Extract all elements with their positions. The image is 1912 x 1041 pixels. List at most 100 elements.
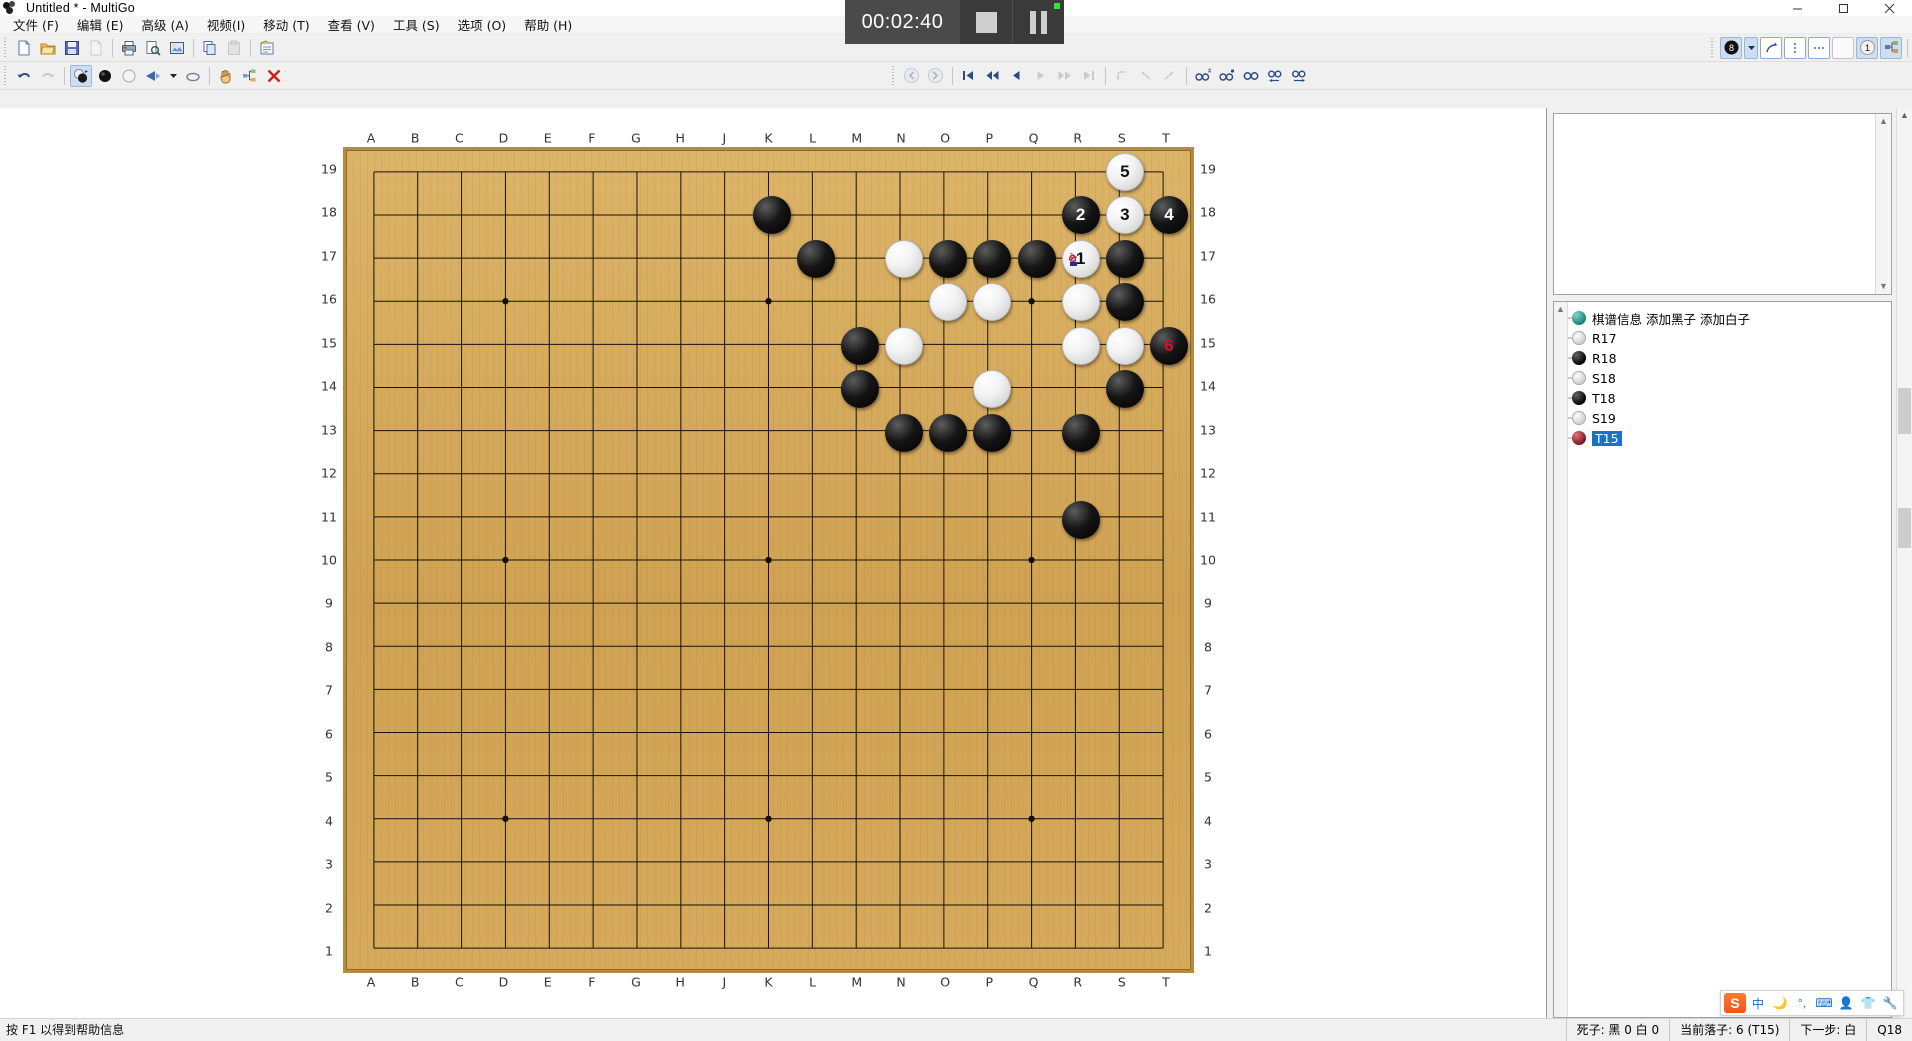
ime-toolbar[interactable]: S 中 🌙 °, ⌨ 👤 👕 🔧 [1720, 990, 1904, 1016]
stone-white-P14[interactable] [973, 370, 1012, 409]
game-tree-node-R18[interactable]: R18 [1572, 348, 1617, 368]
black-stone-number-icon[interactable]: 8 [1720, 36, 1742, 59]
copy-icon[interactable] [199, 37, 221, 59]
scrollbar-thumb[interactable] [1898, 388, 1911, 434]
menu-item-help[interactable]: 帮助 (H) [515, 17, 581, 34]
move-arrow-icon[interactable] [1760, 36, 1782, 59]
rewind-icon[interactable] [982, 65, 1004, 87]
export-image-icon[interactable] [166, 37, 188, 59]
toolbar-grip-right[interactable] [1709, 37, 1716, 58]
degree-comma-icon[interactable]: °, [1792, 993, 1812, 1013]
stone-white-S18[interactable]: 3 [1105, 196, 1144, 235]
menu-item-file[interactable]: 文件 (F) [4, 17, 68, 34]
white-stone-icon[interactable] [118, 65, 140, 87]
number-one-icon[interactable]: 1 [1856, 36, 1878, 59]
marker-icon[interactable] [142, 65, 164, 87]
menu-item-edit[interactable]: 编辑 (E) [68, 17, 133, 34]
scroll-down-icon[interactable]: ▼ [1879, 279, 1888, 294]
stone-black-S17[interactable] [1105, 239, 1144, 278]
board-pane[interactable]: ABCDEFGHJKLMNOPQRST ABCDEFGHJKLMNOPQRST … [0, 108, 1547, 1018]
stone-black-S14[interactable] [1105, 370, 1144, 409]
stone-black-O17[interactable] [929, 239, 968, 278]
print-preview-icon[interactable] [142, 37, 164, 59]
toolbar-grip[interactable] [2, 65, 9, 86]
close-button[interactable] [1866, 0, 1912, 17]
delete-icon[interactable] [263, 65, 285, 87]
wrench-icon[interactable]: 🔧 [1880, 993, 1900, 1013]
tree-icon[interactable] [239, 65, 261, 87]
minimize-button[interactable] [1774, 0, 1820, 17]
stone-black-T15[interactable]: 6 [1150, 326, 1188, 365]
keyboard-icon[interactable]: ⌨ [1814, 993, 1834, 1013]
stone-black-R13[interactable] [1061, 413, 1100, 452]
stone-white-P16[interactable] [973, 283, 1012, 322]
prev-move-icon[interactable] [1006, 65, 1028, 87]
stone-white-N15[interactable] [885, 326, 923, 365]
branch-icon[interactable] [1880, 36, 1902, 59]
moon-icon[interactable]: 🌙 [1770, 993, 1790, 1013]
maximize-button[interactable] [1820, 0, 1866, 17]
scroll-up-icon[interactable]: ▲ [1879, 114, 1888, 129]
pause-recording-button[interactable] [1012, 0, 1064, 44]
find-next-icon[interactable] [1288, 65, 1310, 87]
comment-scrollbar[interactable]: ▲ ▼ [1875, 114, 1891, 294]
shirt-icon[interactable]: 👕 [1858, 993, 1878, 1013]
stone-black-P13[interactable] [973, 413, 1012, 452]
find-hash-icon[interactable]: # [1192, 65, 1214, 87]
menu-item-options[interactable]: 选项 (O) [449, 17, 516, 34]
stone-white-R15[interactable] [1061, 326, 1100, 365]
stone-white-N17[interactable] [885, 239, 923, 278]
open-folder-icon[interactable] [37, 37, 59, 59]
new-file-icon[interactable] [13, 37, 35, 59]
stone-black-S16[interactable] [1105, 283, 1144, 322]
scrollbar-thumb-2[interactable] [1898, 508, 1911, 548]
chevron-down-icon[interactable] [1744, 36, 1758, 59]
game-tree-node-S19[interactable]: S19 [1572, 408, 1616, 428]
stone-black-Q17[interactable] [1017, 239, 1056, 278]
game-tree-node-T18[interactable]: T18 [1572, 388, 1616, 408]
menu-item-view[interactable]: 查看 (V) [319, 17, 384, 34]
ime-mode-chinese[interactable]: 中 [1748, 993, 1768, 1013]
stone-black-R18[interactable]: 2 [1061, 196, 1100, 235]
black-stone-icon[interactable] [94, 65, 116, 87]
blank-mark-icon[interactable] [1832, 36, 1854, 59]
game-tree-scrollbar-left[interactable]: ▲ [1554, 302, 1568, 1017]
scroll-up-icon[interactable]: ▲ [1554, 302, 1567, 316]
game-tree-node-S18[interactable]: S18 [1572, 368, 1616, 388]
go-board[interactable]: 165234 [343, 147, 1194, 973]
stone-black-L17[interactable] [796, 239, 835, 278]
stone-black-M15[interactable] [840, 326, 879, 365]
stone-black-T18[interactable]: 4 [1150, 196, 1188, 235]
stone-white-R16[interactable] [1061, 283, 1100, 322]
nav-toolbar-grip[interactable] [889, 65, 897, 86]
stone-white-O16[interactable] [929, 283, 968, 322]
game-tree-root[interactable]: 棋谱信息 添加黑子 添加白子 [1572, 308, 1750, 328]
stone-white-S15[interactable] [1105, 326, 1144, 365]
first-move-icon[interactable] [958, 65, 980, 87]
menu-item-tools[interactable]: 工具 (S) [384, 17, 449, 34]
game-tree-panel[interactable]: ▲ 棋谱信息 添加黑子 添加白子 R17 R18 S18 T18 S19 T15 [1553, 301, 1892, 1018]
comment-panel[interactable]: ▲ ▼ [1553, 113, 1892, 295]
dotted-marks-icon[interactable] [1808, 36, 1830, 59]
undo-icon[interactable] [13, 65, 35, 87]
find-dot-icon[interactable] [1216, 65, 1238, 87]
stop-recording-button[interactable] [960, 0, 1012, 44]
stone-black-O13[interactable] [929, 413, 968, 452]
game-tree-node-R17[interactable]: R17 [1572, 328, 1617, 348]
eraser-icon[interactable] [182, 65, 204, 87]
game-tree-node-T15[interactable]: T15 [1572, 428, 1622, 448]
user-box-icon[interactable]: 👤 [1836, 993, 1856, 1013]
chevron-down-icon[interactable] [166, 65, 180, 87]
stone-black-R11[interactable] [1061, 500, 1100, 539]
scroll-up-icon[interactable]: ▲ [1897, 108, 1912, 123]
column-marks-icon[interactable] [1784, 36, 1806, 59]
alternate-stone-icon[interactable] [70, 64, 92, 87]
stone-white-S19[interactable]: 5 [1105, 153, 1144, 191]
save-icon[interactable] [61, 37, 83, 59]
menu-item-advanced[interactable]: 高级 (A) [133, 17, 198, 34]
print-icon[interactable] [118, 37, 140, 59]
menu-item-move[interactable]: 移动 (T) [254, 17, 318, 34]
find-prev-icon[interactable] [1264, 65, 1286, 87]
stone-black-P17[interactable] [973, 239, 1012, 278]
right-pane-scrollbar[interactable]: ▲ [1896, 108, 1912, 1018]
